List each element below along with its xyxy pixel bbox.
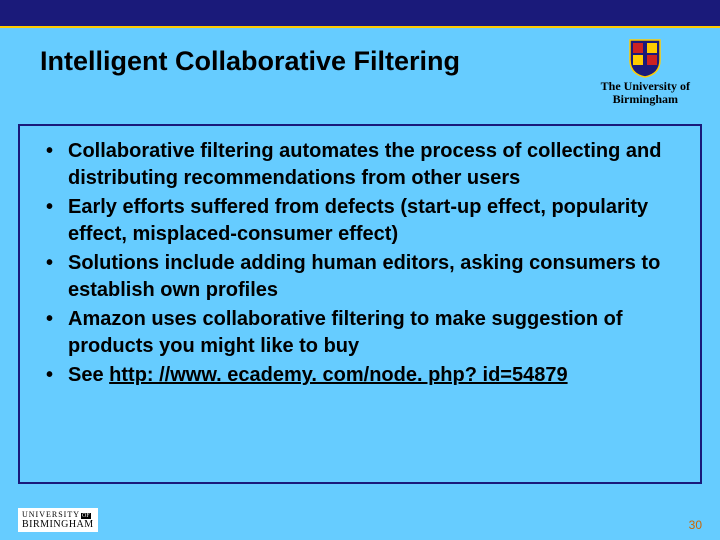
list-item: Solutions include adding human editors, … [40, 250, 680, 304]
top-bar [0, 0, 720, 28]
university-label: The University of Birmingham [601, 80, 690, 106]
university-block: The University of Birmingham [601, 38, 690, 106]
header-row: Intelligent Collaborative Filtering The … [0, 28, 720, 116]
footer-logo-line2: BIRMINGHAM [22, 519, 94, 530]
footer-logo: UNIVERSITYOF BIRMINGHAM [18, 508, 98, 532]
list-item: See http: //www. ecademy. com/node. php?… [40, 362, 680, 389]
list-item: Amazon uses collaborative filtering to m… [40, 306, 680, 360]
bullet-list: Collaborative filtering automates the pr… [40, 138, 680, 389]
list-item: Early efforts suffered from defects (sta… [40, 194, 680, 248]
page-number: 30 [689, 518, 702, 532]
crest-icon [628, 38, 662, 78]
footer: UNIVERSITYOF BIRMINGHAM 30 [18, 508, 702, 532]
university-line1: The University of [601, 79, 690, 93]
list-item: Collaborative filtering automates the pr… [40, 138, 680, 192]
content-box: Collaborative filtering automates the pr… [18, 124, 702, 484]
see-prefix: See [68, 364, 109, 386]
slide-title: Intelligent Collaborative Filtering [40, 46, 601, 77]
footer-logo-line1: UNIVERSITY [22, 510, 80, 519]
see-link[interactable]: http: //www. ecademy. com/node. php? id=… [109, 364, 567, 386]
university-line2: Birmingham [613, 92, 678, 106]
